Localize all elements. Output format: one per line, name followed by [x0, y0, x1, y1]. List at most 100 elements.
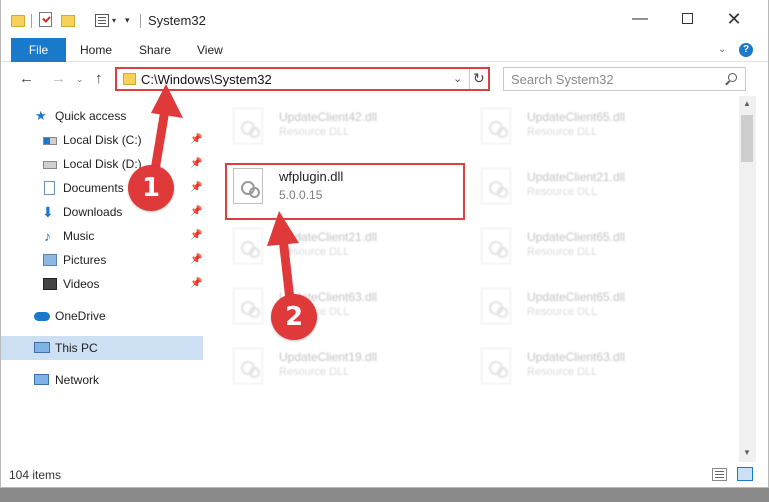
dll-file-icon: [481, 348, 511, 384]
address-separator: [469, 69, 470, 89]
recent-locations-icon[interactable]: ⌄: [76, 74, 84, 85]
vertical-scrollbar[interactable]: ▲ ▼: [739, 96, 756, 462]
sidebar-item-quick-access[interactable]: ★ Quick access: [1, 104, 203, 128]
file-type: Resource DLL: [527, 366, 598, 378]
pin-icon[interactable]: 📌: [190, 224, 202, 248]
tab-view[interactable]: View: [197, 38, 223, 62]
pin-icon[interactable]: 📌: [190, 176, 202, 200]
expand-ribbon-icon[interactable]: ⌄: [718, 44, 726, 55]
dll-file-icon: [233, 288, 263, 324]
properties-check-icon[interactable]: [39, 12, 52, 27]
drive-c-icon: [43, 137, 57, 145]
sidebar-item-label: Downloads: [63, 205, 123, 219]
pin-icon[interactable]: 📌: [190, 248, 202, 272]
sidebar-item-network[interactable]: Network: [1, 368, 203, 392]
sidebar-item-local-disk-c[interactable]: Local Disk (C:) 📌: [1, 128, 203, 152]
documents-icon: [44, 181, 55, 195]
maximize-button[interactable]: [676, 8, 698, 30]
file-item[interactable]: UpdateClient19.dll Resource DLL: [233, 346, 473, 388]
tiles-view-icon[interactable]: [737, 467, 753, 481]
sidebar-item-onedrive[interactable]: OneDrive: [1, 304, 203, 328]
file-item[interactable]: UpdateClient65.dll Resource DLL: [481, 286, 721, 328]
sidebar-item-label: Documents: [63, 181, 124, 195]
address-path[interactable]: C:\Windows\System32: [141, 72, 272, 87]
file-item[interactable]: UpdateClient21.dll Resource DLL: [481, 166, 721, 208]
dll-file-icon: [233, 348, 263, 384]
sidebar-item-this-pc[interactable]: This PC: [1, 336, 203, 360]
dll-file-icon: [481, 168, 511, 204]
dll-file-icon: [481, 108, 511, 144]
explorer-window: ▾ ▾ System32 — ✕ File Home Share View ⌄ …: [0, 0, 769, 488]
details-view-icon[interactable]: [712, 468, 727, 481]
minimize-button[interactable]: —: [629, 8, 651, 30]
file-type: Resource DLL: [527, 126, 598, 138]
address-dropdown-icon[interactable]: ⌄: [453, 72, 462, 85]
up-arrow-icon[interactable]: ↑: [95, 70, 103, 87]
file-name: UpdateClient19.dll: [279, 350, 378, 364]
sidebar-item-pictures[interactable]: Pictures 📌: [1, 248, 203, 272]
downloads-icon: ⬇: [42, 204, 54, 220]
scrollbar-thumb[interactable]: [741, 115, 753, 162]
scroll-up-icon[interactable]: ▲: [743, 99, 751, 108]
sidebar-item-music[interactable]: ♪ Music 📌: [1, 224, 203, 248]
pin-icon[interactable]: 📌: [190, 200, 202, 224]
tab-home[interactable]: Home: [80, 38, 112, 62]
file-item[interactable]: UpdateClient42.dll Resource DLL: [233, 106, 473, 148]
customize-dropdown-icon[interactable]: ▾: [125, 15, 130, 26]
dll-file-icon: [233, 108, 263, 144]
file-type: Resource DLL: [527, 246, 598, 258]
new-folder-icon[interactable]: [61, 15, 75, 27]
dll-file-icon: [233, 228, 263, 264]
forward-arrow-icon[interactable]: →: [51, 70, 66, 87]
file-item[interactable]: UpdateClient21.dll Resource DLL: [233, 226, 473, 268]
sidebar-item-label: Local Disk (D:): [63, 157, 142, 171]
refresh-icon[interactable]: ↻: [473, 70, 485, 87]
network-icon: [34, 374, 49, 385]
toolbar-separator: [31, 14, 32, 28]
file-highlight-box: [225, 163, 465, 220]
back-arrow-icon[interactable]: ←: [19, 70, 34, 87]
file-name: UpdateClient65.dll: [527, 230, 626, 244]
search-input[interactable]: Search System32: [511, 72, 614, 87]
folder-icon[interactable]: [11, 15, 25, 27]
dll-file-icon: [481, 228, 511, 264]
sidebar-item-downloads[interactable]: ⬇ Downloads 📌: [1, 200, 203, 224]
sidebar-item-local-disk-d[interactable]: Local Disk (D:) 📌: [1, 152, 203, 176]
status-bar: 104 items: [1, 462, 768, 487]
file-item[interactable]: UpdateClient65.dll Resource DLL: [481, 226, 721, 268]
file-name: UpdateClient21.dll: [279, 230, 378, 244]
sidebar-item-label: This PC: [55, 341, 98, 355]
sidebar-item-label: Pictures: [63, 253, 107, 267]
navigation-pane: ★ Quick access Local Disk (C:) 📌 Local D…: [1, 96, 203, 462]
window-title: System32: [148, 13, 206, 28]
pin-icon[interactable]: 📌: [190, 128, 202, 152]
music-icon: ♪: [44, 228, 51, 244]
file-item[interactable]: UpdateClient63.dll Resource DLL: [481, 346, 721, 388]
close-button[interactable]: ✕: [723, 8, 745, 30]
sidebar-item-videos[interactable]: Videos 📌: [1, 272, 203, 296]
help-icon[interactable]: ?: [739, 43, 753, 57]
scroll-down-icon[interactable]: ▼: [743, 448, 751, 457]
onedrive-icon: [34, 312, 50, 321]
tab-file[interactable]: File: [11, 38, 66, 62]
step-1-badge: 1: [128, 165, 174, 211]
dll-file-icon: [481, 288, 511, 324]
pin-icon[interactable]: 📌: [190, 152, 202, 176]
properties-icon[interactable]: [95, 14, 109, 27]
tab-share[interactable]: Share: [139, 38, 171, 62]
videos-icon: [43, 278, 57, 290]
file-type: Resource DLL: [279, 246, 350, 258]
folder-icon: [123, 73, 136, 85]
search-box[interactable]: Search System32: [503, 67, 746, 91]
properties-dropdown-icon[interactable]: ▾: [112, 16, 116, 25]
maximize-icon: [681, 13, 693, 24]
sidebar-item-label: Quick access: [55, 109, 127, 123]
pin-icon[interactable]: 📌: [190, 272, 202, 296]
address-bar[interactable]: C:\Windows\System32 ⌄ ↻: [115, 67, 490, 91]
search-icon[interactable]: [728, 73, 737, 82]
star-icon: ★: [35, 108, 47, 123]
file-name: UpdateClient42.dll: [279, 110, 378, 124]
file-item[interactable]: UpdateClient63.dll Resource DLL: [233, 286, 473, 328]
pictures-icon: [43, 254, 57, 266]
file-item[interactable]: UpdateClient65.dll Resource DLL: [481, 106, 721, 148]
